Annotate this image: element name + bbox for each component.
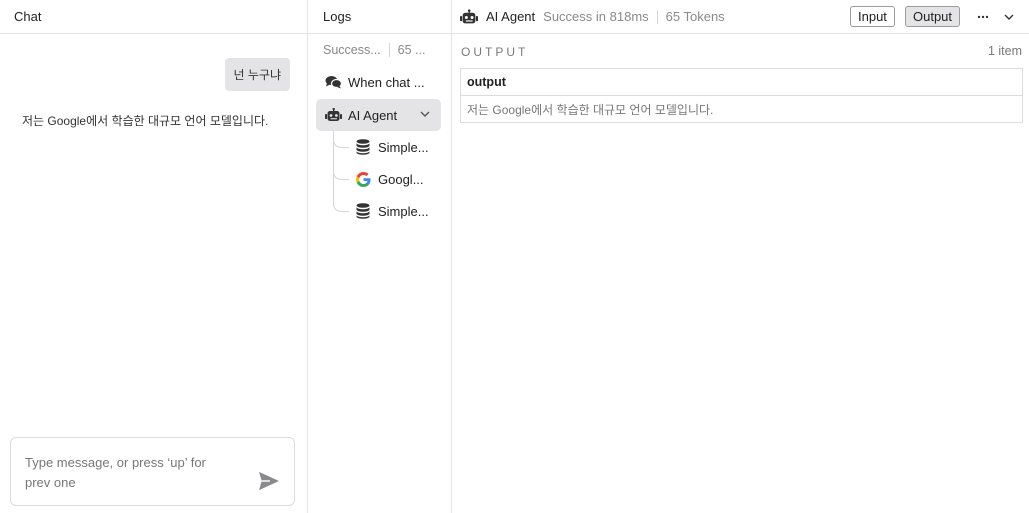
database-icon (354, 139, 372, 155)
detail-title: AI Agent (486, 9, 536, 24)
robot-icon (460, 8, 478, 23)
input-button[interactable]: Input (850, 6, 895, 27)
chat-bubbles-icon (324, 74, 342, 90)
log-item-ai-agent[interactable]: AI Agent (316, 99, 441, 131)
logs-header: Logs (308, 0, 451, 34)
logs-panel: Logs Success... 65 ... When chat ... AI … (308, 0, 452, 513)
detail-status: Success in 818ms (543, 9, 649, 24)
chevron-down-icon[interactable] (419, 108, 431, 120)
detail-tokens: 65 Tokens (665, 9, 725, 24)
google-icon (354, 171, 372, 187)
tree-connector (333, 136, 349, 148)
output-table: output 저는 Google에서 학습한 대규모 언어 모델입니다. (460, 68, 1023, 123)
chat-input-placeholder: Type message, or press ‘up’ for prev one (25, 455, 206, 490)
table-header: output (461, 69, 1022, 96)
summary-divider (388, 43, 390, 57)
logs-summary-tokens: 65 ... (397, 43, 426, 57)
chat-title: Chat (14, 9, 42, 24)
tree-connector (333, 168, 349, 180)
log-item-label: Simple... (378, 139, 429, 155)
header-divider (656, 9, 658, 24)
logs-summary-status: Success... (323, 43, 381, 57)
send-icon[interactable] (258, 471, 280, 491)
output-section-label: OUTPUT (461, 45, 529, 59)
bot-message: 저는 Google에서 학습한 대규모 언어 모델입니다. (22, 114, 269, 128)
tree-connector (333, 200, 349, 212)
database-icon (354, 203, 372, 219)
log-item-chat-trigger[interactable]: When chat ... (324, 70, 425, 94)
item-count: 1 item (987, 44, 1022, 58)
chat-message-input[interactable]: Type message, or press ‘up’ for prev one (10, 437, 295, 506)
log-item-google-model[interactable]: Googl... (354, 167, 424, 191)
chat-panel: Chat 넌 누구냐 저는 Google에서 학습한 대규모 언어 모델입니다.… (0, 0, 308, 513)
log-item-label: Googl... (378, 171, 424, 187)
more-options-icon[interactable] (976, 10, 990, 24)
logs-summary: Success... 65 ... (308, 34, 451, 66)
detail-header: AI Agent Success in 818ms 65 Tokens Inpu… (452, 0, 1029, 34)
log-item-label: Simple... (378, 203, 429, 219)
log-item-label: AI Agent (348, 107, 398, 123)
log-item-simple-memory-2[interactable]: Simple... (354, 199, 429, 223)
log-item-label: When chat ... (348, 74, 425, 90)
detail-panel: AI Agent Success in 818ms 65 Tokens Inpu… (452, 0, 1029, 513)
table-row: 저는 Google에서 학습한 대규모 언어 모델입니다. (467, 102, 714, 117)
log-item-simple-memory-1[interactable]: Simple... (354, 135, 429, 159)
output-button[interactable]: Output (905, 6, 961, 27)
robot-icon (324, 107, 342, 123)
chat-header: Chat (0, 0, 307, 34)
chevron-down-icon[interactable] (1002, 10, 1016, 24)
logs-title: Logs (323, 9, 352, 24)
tree-connector-vertical (333, 131, 334, 201)
user-message: 넌 누구냐 (224, 58, 290, 91)
